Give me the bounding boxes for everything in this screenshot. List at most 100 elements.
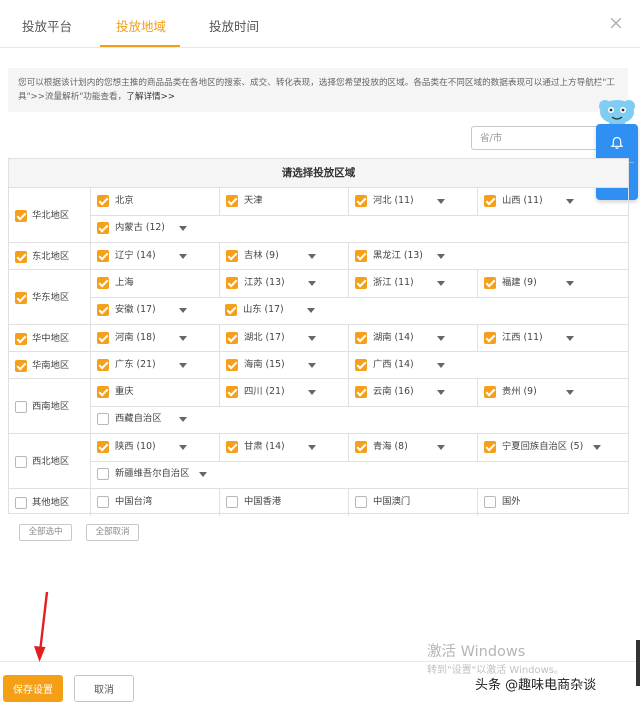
chevron-down-icon[interactable] bbox=[308, 445, 316, 450]
chevron-down-icon[interactable] bbox=[179, 445, 187, 450]
province-checkbox[interactable] bbox=[97, 359, 109, 371]
chevron-down-icon[interactable] bbox=[566, 199, 574, 204]
province-checkbox[interactable] bbox=[97, 386, 109, 398]
province-checkbox[interactable] bbox=[355, 441, 367, 453]
chevron-down-icon[interactable] bbox=[437, 336, 445, 341]
chevron-down-icon[interactable] bbox=[179, 336, 187, 341]
chevron-down-icon[interactable] bbox=[437, 281, 445, 286]
chevron-down-icon[interactable] bbox=[437, 390, 445, 395]
province-cell[interactable]: 黑龙江 (13) bbox=[348, 243, 477, 270]
province-checkbox[interactable] bbox=[97, 304, 109, 316]
province-checkbox[interactable] bbox=[355, 332, 367, 344]
province-checkbox[interactable] bbox=[355, 359, 367, 371]
province-cell[interactable]: 西藏自治区 bbox=[91, 406, 219, 433]
region-checkbox[interactable] bbox=[15, 497, 27, 509]
province-checkbox[interactable] bbox=[226, 250, 238, 262]
region-cell[interactable]: 西南地区 bbox=[9, 379, 91, 433]
chevron-down-icon[interactable] bbox=[437, 199, 445, 204]
province-checkbox[interactable] bbox=[97, 250, 109, 262]
cancel-button[interactable]: 取消 bbox=[74, 675, 134, 702]
save-button[interactable]: 保存设置 bbox=[3, 675, 63, 702]
province-checkbox[interactable] bbox=[225, 304, 237, 316]
province-checkbox[interactable] bbox=[226, 496, 238, 508]
chevron-down-icon[interactable] bbox=[308, 281, 316, 286]
region-cell[interactable]: 西北地区 bbox=[9, 434, 91, 488]
chevron-down-icon[interactable] bbox=[179, 363, 187, 368]
chevron-down-icon[interactable] bbox=[199, 472, 207, 477]
province-cell[interactable]: 湖南 (14) bbox=[348, 325, 477, 352]
region-cell[interactable]: 其他地区 bbox=[9, 489, 91, 516]
province-cell[interactable]: 辽宁 (14) bbox=[91, 243, 219, 270]
province-checkbox[interactable] bbox=[355, 250, 367, 262]
chevron-down-icon[interactable] bbox=[179, 308, 187, 313]
region-checkbox[interactable] bbox=[15, 401, 27, 413]
province-cell[interactable]: 广西 (14) bbox=[348, 352, 477, 379]
region-checkbox[interactable] bbox=[15, 251, 27, 263]
province-cell[interactable]: 中国澳门 bbox=[348, 489, 477, 516]
deselect-all-button[interactable]: 全部取消 bbox=[86, 524, 139, 541]
province-cell[interactable]: 福建 (9) bbox=[477, 270, 628, 297]
province-cell[interactable]: 新疆维吾尔自治区 bbox=[91, 461, 219, 488]
province-checkbox[interactable] bbox=[226, 386, 238, 398]
province-cell[interactable]: 陕西 (10) bbox=[91, 434, 219, 461]
region-checkbox[interactable] bbox=[15, 292, 27, 304]
province-cell[interactable]: 河北 (11) bbox=[348, 188, 477, 215]
region-cell[interactable]: 华东地区 bbox=[9, 270, 91, 324]
province-search-input[interactable] bbox=[471, 126, 611, 150]
chevron-down-icon[interactable] bbox=[566, 281, 574, 286]
region-checkbox[interactable] bbox=[15, 360, 27, 372]
province-checkbox[interactable] bbox=[97, 468, 109, 480]
region-cell[interactable]: 华中地区 bbox=[9, 325, 91, 351]
province-cell[interactable]: 贵州 (9) bbox=[477, 379, 628, 406]
province-cell[interactable]: 上海 bbox=[91, 270, 219, 297]
province-checkbox[interactable] bbox=[484, 195, 496, 207]
select-all-button[interactable]: 全部选中 bbox=[19, 524, 72, 541]
province-cell[interactable]: 青海 (8) bbox=[348, 434, 477, 461]
province-checkbox[interactable] bbox=[484, 386, 496, 398]
province-checkbox[interactable] bbox=[97, 332, 109, 344]
province-checkbox[interactable] bbox=[484, 332, 496, 344]
province-checkbox[interactable] bbox=[97, 277, 109, 289]
learn-more-link[interactable]: 了解详情>> bbox=[126, 92, 175, 102]
tab-time[interactable]: 投放时间 bbox=[209, 16, 259, 35]
chevron-down-icon[interactable] bbox=[308, 363, 316, 368]
region-cell[interactable]: 华南地区 bbox=[9, 352, 91, 378]
province-cell[interactable]: 北京 bbox=[91, 188, 219, 215]
province-cell[interactable]: 中国香港 bbox=[219, 489, 348, 516]
province-checkbox[interactable] bbox=[97, 222, 109, 234]
chevron-down-icon[interactable] bbox=[437, 445, 445, 450]
province-cell[interactable]: 内蒙古 (12) bbox=[91, 215, 219, 242]
province-cell[interactable]: 宁夏回族自治区 (5) bbox=[477, 434, 628, 461]
region-checkbox[interactable] bbox=[15, 333, 27, 345]
province-checkbox[interactable] bbox=[226, 277, 238, 289]
province-cell[interactable]: 江西 (11) bbox=[477, 325, 628, 352]
province-cell[interactable]: 海南 (15) bbox=[219, 352, 348, 379]
province-checkbox[interactable] bbox=[355, 195, 367, 207]
chevron-down-icon[interactable] bbox=[308, 336, 316, 341]
province-cell[interactable]: 安徽 (17) bbox=[91, 297, 219, 324]
province-checkbox[interactable] bbox=[226, 195, 238, 207]
tab-platform[interactable]: 投放平台 bbox=[22, 16, 72, 35]
province-cell[interactable]: 湖北 (17) bbox=[219, 325, 348, 352]
province-cell[interactable]: 河南 (18) bbox=[91, 325, 219, 352]
chevron-down-icon[interactable] bbox=[437, 254, 445, 259]
chevron-down-icon[interactable] bbox=[308, 254, 316, 259]
province-cell[interactable]: 山西 (11) bbox=[477, 188, 628, 215]
province-cell[interactable]: 甘肃 (14) bbox=[219, 434, 348, 461]
province-cell[interactable]: 云南 (16) bbox=[348, 379, 477, 406]
province-checkbox[interactable] bbox=[355, 386, 367, 398]
region-cell[interactable]: 华北地区 bbox=[9, 188, 91, 242]
region-checkbox[interactable] bbox=[15, 210, 27, 222]
chevron-down-icon[interactable] bbox=[308, 390, 316, 395]
chevron-down-icon[interactable] bbox=[566, 390, 574, 395]
province-cell[interactable]: 山东 (17) bbox=[219, 297, 348, 324]
province-checkbox[interactable] bbox=[97, 496, 109, 508]
chevron-down-icon[interactable] bbox=[179, 226, 187, 231]
chevron-down-icon[interactable] bbox=[307, 308, 315, 313]
province-cell[interactable]: 浙江 (11) bbox=[348, 270, 477, 297]
province-cell[interactable]: 四川 (21) bbox=[219, 379, 348, 406]
province-cell[interactable]: 天津 bbox=[219, 188, 348, 215]
province-cell[interactable]: 吉林 (9) bbox=[219, 243, 348, 270]
province-cell[interactable]: 重庆 bbox=[91, 379, 219, 406]
tab-region[interactable]: 投放地域 bbox=[116, 16, 166, 35]
